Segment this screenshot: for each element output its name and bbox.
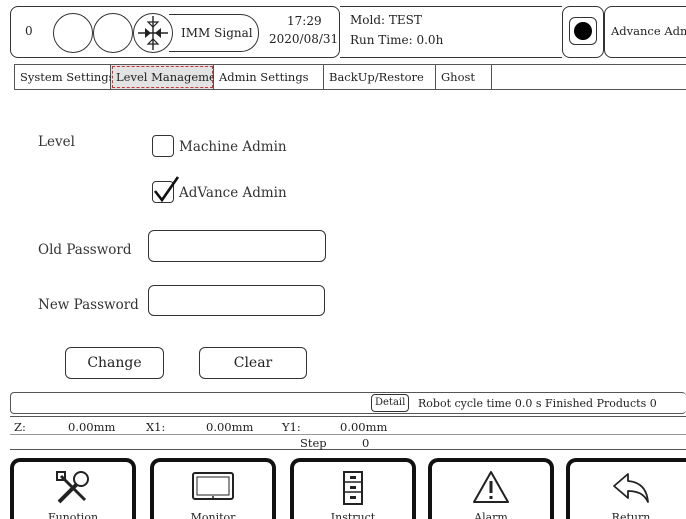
advance-admin-label[interactable]: AdVance Admin bbox=[179, 185, 287, 201]
machine-admin-label[interactable]: Machine Admin bbox=[179, 139, 287, 155]
imm-signal-icon bbox=[138, 16, 168, 50]
signal-indicator-2 bbox=[93, 13, 133, 53]
step-divider bbox=[10, 434, 686, 435]
old-password-field[interactable] bbox=[148, 230, 326, 262]
tab-backup-restore[interactable]: BackUp/Restore bbox=[324, 65, 436, 89]
mold-panel: Mold: TEST Run Time: 0.0h bbox=[340, 6, 562, 58]
return-button[interactable]: Return bbox=[566, 458, 686, 519]
function-label: Funotion bbox=[47, 511, 99, 519]
instruct-label: Instruct bbox=[330, 511, 376, 519]
step-value: 0 bbox=[362, 436, 370, 450]
new-password-field[interactable] bbox=[148, 285, 325, 316]
machine-admin-checkbox[interactable] bbox=[152, 135, 174, 157]
tab-level-management[interactable]: Level Management bbox=[111, 65, 228, 89]
record-button[interactable] bbox=[569, 17, 597, 45]
run-time: Run Time: 0.0h bbox=[350, 33, 444, 47]
checkmark-icon bbox=[153, 176, 180, 203]
counter-box: 0 IMM Signal 17:29 2020/08/31 bbox=[10, 6, 340, 58]
new-password-label: New Password bbox=[38, 297, 139, 313]
function-button[interactable]: Funotion bbox=[10, 458, 136, 519]
instruct-button[interactable]: Instruct bbox=[290, 458, 416, 519]
detail-button-label: Detail bbox=[375, 397, 406, 408]
y1-label: Y1: bbox=[282, 420, 301, 434]
clear-button[interactable]: Clear bbox=[199, 347, 307, 379]
clear-button-label: Clear bbox=[233, 355, 273, 371]
record-box bbox=[562, 6, 604, 58]
warning-icon bbox=[473, 471, 509, 503]
tab-bar: System Settings Level Management Admin S… bbox=[14, 64, 686, 90]
x1-value: 0.00mm bbox=[206, 420, 254, 434]
tools-icon bbox=[56, 471, 89, 504]
old-password-label: Old Password bbox=[38, 242, 132, 258]
step-label: Step bbox=[300, 436, 327, 450]
user-box[interactable]: Advance Admin bbox=[604, 6, 686, 58]
change-button[interactable]: Change bbox=[65, 347, 164, 379]
monitor-icon bbox=[192, 472, 234, 500]
return-arrow-icon bbox=[613, 473, 649, 503]
monitor-button[interactable]: Monitor bbox=[150, 458, 276, 519]
record-dot-icon bbox=[574, 22, 592, 40]
imm-signal-box: IMM Signal bbox=[169, 14, 259, 52]
change-button-label: Change bbox=[87, 355, 142, 371]
x1-label: X1: bbox=[146, 420, 166, 434]
alarm-button[interactable]: Alarm bbox=[428, 458, 554, 519]
detail-button[interactable]: Detail bbox=[371, 394, 410, 412]
advance-admin-checkbox[interactable] bbox=[152, 176, 180, 203]
level-label: Level bbox=[38, 134, 75, 150]
alarm-label: Alarm bbox=[474, 511, 508, 519]
tab-system-settings[interactable]: System Settings bbox=[15, 65, 115, 89]
counter-value: 0 bbox=[25, 24, 33, 38]
z-value: 0.00mm bbox=[68, 420, 116, 434]
imm-signal-label: IMM Signal bbox=[181, 26, 253, 40]
tab-ghost[interactable]: Ghost bbox=[436, 65, 492, 89]
tab-admin-settings[interactable]: Admin Settings bbox=[214, 65, 324, 89]
cabinet-icon bbox=[343, 471, 363, 505]
status-bar: Detail Robot cycle time 0.0 s Finished P… bbox=[10, 392, 686, 414]
y1-value: 0.00mm bbox=[340, 420, 388, 434]
z-label: Z: bbox=[14, 420, 26, 434]
coordinate-panel: Z: 0.00mm X1: 0.00mm Y1: 0.00mm Step 0 bbox=[10, 416, 686, 450]
signal-indicator-1 bbox=[53, 13, 93, 53]
signal-indicator-3 bbox=[133, 13, 173, 53]
return-label: Return bbox=[611, 511, 651, 519]
monitor-label: Monitor bbox=[190, 511, 236, 519]
mold-name: Mold: TEST bbox=[350, 13, 422, 27]
status-message: Robot cycle time 0.0 s Finished Products… bbox=[418, 397, 657, 410]
user-level: Advance Admin bbox=[611, 24, 686, 38]
clock-time: 17:29 bbox=[287, 14, 322, 28]
clock-date: 2020/08/31 bbox=[269, 32, 339, 46]
